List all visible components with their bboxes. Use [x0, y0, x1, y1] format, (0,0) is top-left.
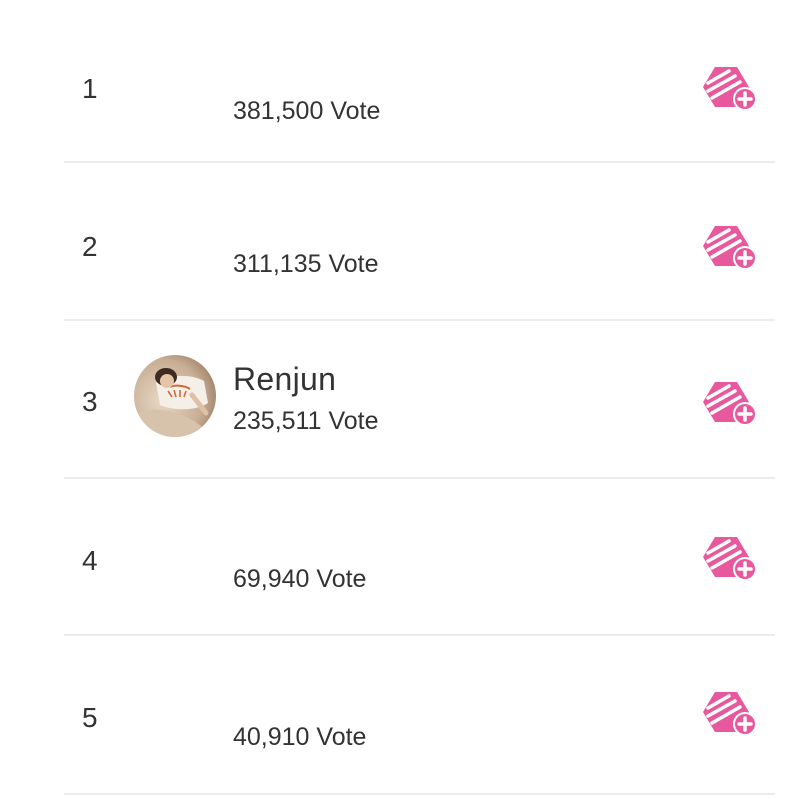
leaderboard-row: 2 311,135 Vote — [0, 163, 799, 321]
row-divider — [64, 793, 775, 795]
vote-add-icon — [703, 692, 757, 736]
vote-count: 235,511 Vote — [233, 407, 379, 435]
vote-count: 381,500 Vote — [233, 97, 381, 125]
profile-photo — [134, 355, 216, 437]
vote-add-icon — [703, 537, 757, 581]
leaderboard-row: 5 40,910 Vote — [0, 636, 799, 794]
vote-count: 311,135 Vote — [233, 250, 379, 278]
vote-count: 69,940 Vote — [233, 565, 367, 593]
avatar — [134, 355, 216, 437]
vote-add-icon — [703, 226, 757, 270]
vote-add-button[interactable] — [701, 378, 759, 428]
vote-add-button[interactable] — [701, 222, 759, 272]
artist-name: Renjun — [233, 361, 337, 397]
rank-number: 5 — [82, 702, 98, 733]
vote-add-button[interactable] — [701, 533, 759, 583]
vote-add-button[interactable] — [701, 63, 759, 113]
rank-number: 3 — [82, 386, 98, 417]
vote-add-button[interactable] — [701, 688, 759, 738]
rank-number: 2 — [82, 231, 98, 262]
leaderboard-row: 1 381,500 Vote — [0, 5, 799, 163]
rank-number: 1 — [82, 73, 98, 104]
vote-add-icon — [703, 67, 757, 111]
vote-count: 40,910 Vote — [233, 723, 367, 751]
vote-add-icon — [703, 382, 757, 426]
rank-number: 4 — [82, 545, 98, 576]
leaderboard-row: 3 Renjun 235,511 Vote — [0, 321, 799, 479]
leaderboard-row: 4 69,940 Vote — [0, 479, 799, 637]
vote-leaderboard: 1 381,500 Vote 2 311,135 Vote 3 Renjun 2… — [0, 0, 799, 799]
